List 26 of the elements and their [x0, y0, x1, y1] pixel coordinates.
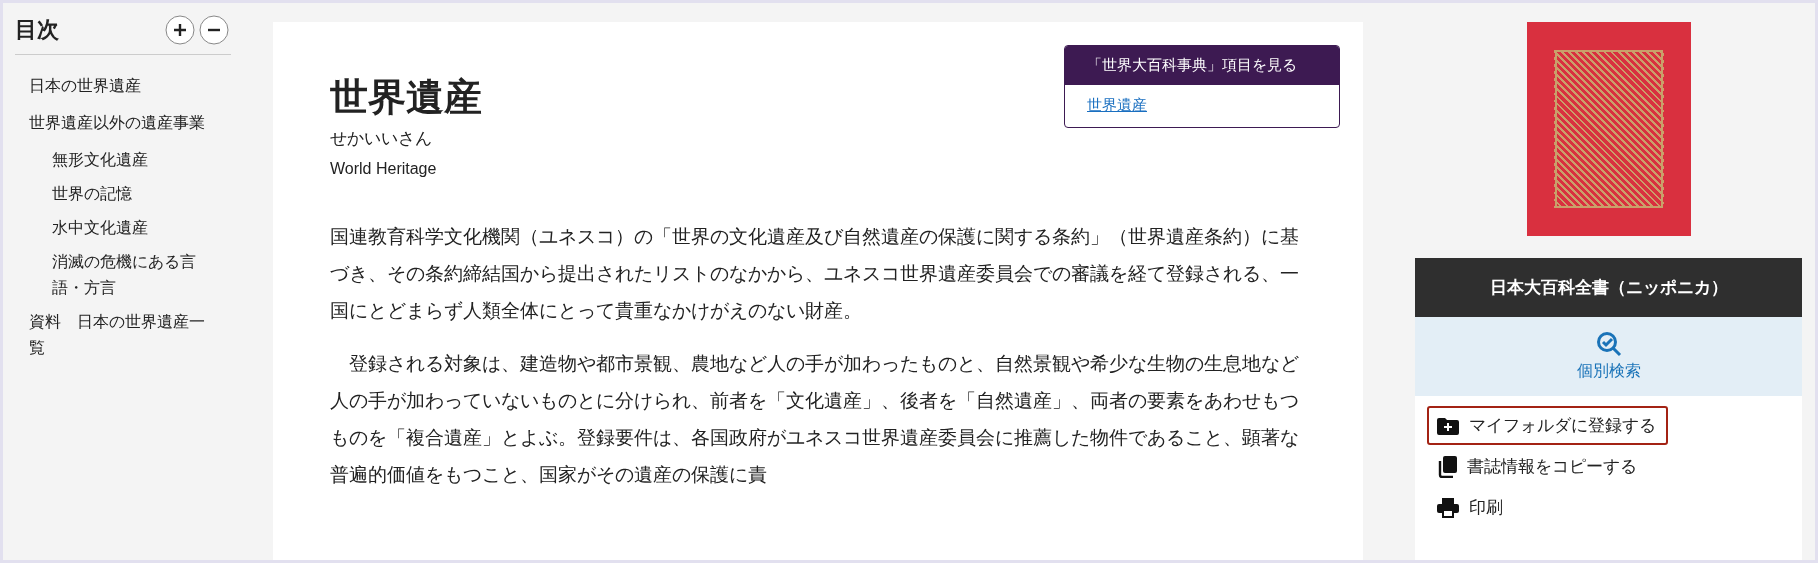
toc-item[interactable]: 水中文化遺産: [29, 215, 217, 241]
toc-item[interactable]: 世界の記憶: [29, 181, 217, 207]
action-link[interactable]: 書誌情報をコピーする: [1427, 447, 1649, 486]
toc-item[interactable]: 消滅の危機にある言語・方言: [29, 249, 217, 301]
toc-item[interactable]: 世界遺産以外の遺産事業: [29, 110, 219, 136]
source-title: 日本大百科全書（ニッポニカ）: [1415, 258, 1802, 317]
article-title: 世界遺産: [330, 74, 482, 121]
folder-plus-icon: [1437, 416, 1459, 435]
article-reading: せかいいさん: [330, 127, 433, 150]
toc-title: 目次: [15, 16, 59, 44]
related-header: 「世界大百科事典」項目を見る: [1065, 46, 1339, 85]
article-english-title: World Heritage: [330, 160, 438, 178]
toc-item[interactable]: 資料 日本の世界遺産一覧: [29, 309, 219, 361]
article-paragraph: 登録される対象は、建造物や都市景観、農地など人の手が加わったものと、自然景観や希少な生物の生息地など人の手が加わっていないものとに分けられ、前者を「文化遺産」、後者を「自然遺産」、両者の要素をあわせもつものを「複合遺産」とよぶ。登録要件は、各国政府がユネスコ世界遺産委員会に推薦した物件であること、顕著な普遍的価値をもつこと、国家がその遺産の保護に責: [330, 351, 1300, 487]
individual-search-button[interactable]: 個別検索: [1415, 317, 1802, 396]
article-paragraph: 国連教育科学文化機関（ユネスコ）の「世界の文化遺産及び自然遺産の保護に関する条約」（世界遺産条約）に基づき、その条約締結国から提出されたリストのなかから、ユネスコ世界遺産委員会での審議を経て登録される、一国にとどまらず人類全体にとって貴重なかけがえのない財産。: [330, 224, 1300, 323]
copy-icon: [1437, 455, 1457, 478]
toc-item[interactable]: 無形文化遺産: [29, 147, 217, 173]
action-link[interactable]: マイフォルダに登録する: [1427, 406, 1668, 445]
search-icon: [1595, 331, 1622, 357]
collapse-all-button[interactable]: [199, 15, 229, 45]
expand-all-button[interactable]: [165, 15, 195, 45]
related-link[interactable]: 世界遺産: [1087, 96, 1147, 114]
toc-item[interactable]: 日本の世界遺産: [29, 73, 219, 99]
printer-icon: [1437, 497, 1459, 518]
action-link[interactable]: 印刷: [1427, 488, 1515, 527]
